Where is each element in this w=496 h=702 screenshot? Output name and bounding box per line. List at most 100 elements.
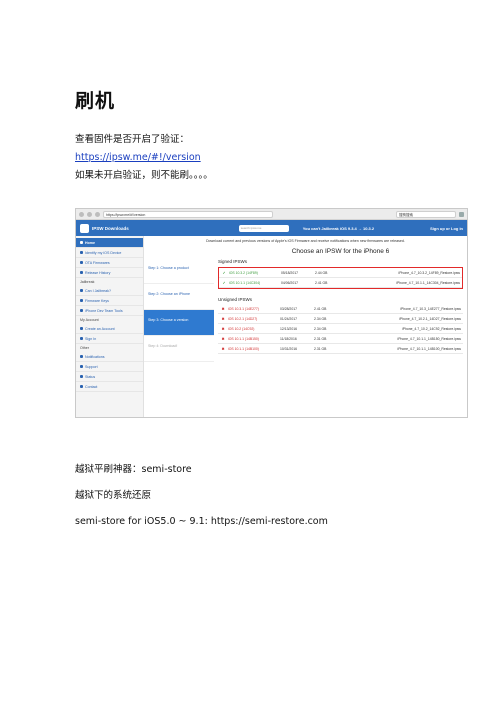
cloud-icon xyxy=(80,261,83,264)
sidebar-heading-jailbreak: Jailbreak xyxy=(80,280,95,284)
size-cell: 2.31 GB xyxy=(314,336,327,341)
site-logo-icon xyxy=(80,223,89,233)
table-row[interactable]: ✖ iOS 10.2 (14C92) 12/13/2016 2.34 GB iP… xyxy=(218,324,463,334)
table-row[interactable]: ✖ iOS 10.1.1 (14B150) 11/18/2016 2.31 GB… xyxy=(218,334,463,344)
site-header: IPSW Downloads search ipsw.me You can't … xyxy=(76,220,467,236)
table-row[interactable]: ✖ iOS 10.2.1 (14D27) 01/24/2017 2.34 GB … xyxy=(218,314,463,324)
sidebar-item-sign-in[interactable]: Sign In xyxy=(76,334,143,344)
forward-icon[interactable] xyxy=(87,211,92,217)
cross-icon: ✖ xyxy=(221,306,225,311)
site-brand[interactable]: IPSW Downloads xyxy=(92,226,129,231)
ipsw-version-link[interactable]: https://ipsw.me/#!/version xyxy=(75,152,201,164)
unlock-icon xyxy=(80,289,83,292)
table-row[interactable]: ✓ iOS 10.3.2 (14F89) 05/18/2017 2.44 GB … xyxy=(219,268,462,278)
paragraph-semi-restore-link[interactable]: semi-store for iOS5.0 ~ 9.1: https://sem… xyxy=(75,516,328,528)
version-cell: iOS 10.1.1 (14C304) xyxy=(229,280,261,285)
jailbreak-promo[interactable]: You can't Jailbreak iOS 9.3.4 → 10.3.2 xyxy=(303,226,374,231)
version-cell: iOS 10.1.1 (14B150) xyxy=(228,336,259,341)
info-banner: Download current and previous versions o… xyxy=(206,239,405,243)
version-cell: iOS 10.1.1 (14B100) xyxy=(228,346,259,351)
version-cell: iOS 10.3.1 (14E277) xyxy=(228,306,259,311)
cross-icon: ✖ xyxy=(221,316,225,321)
date-cell: 12/13/2016 xyxy=(280,326,297,331)
table-row[interactable]: ✓ iOS 10.1.1 (14C304) 04/06/2017 2.41 GB… xyxy=(219,278,462,288)
date-cell: 01/24/2017 xyxy=(280,316,297,321)
step-choose-iphone[interactable]: Step 2: Choose an iPhone xyxy=(144,284,214,310)
sidebar-heading-account: My Account xyxy=(80,318,99,322)
size-cell: 2.34 GB xyxy=(314,316,327,321)
size-cell: 2.34 GB xyxy=(314,326,327,331)
back-icon[interactable] xyxy=(79,211,84,217)
check-icon: ✓ xyxy=(222,280,226,285)
search-icon xyxy=(80,251,83,254)
filename-cell: iPhone_4.7_10.1.1_14B150_Restore.ipsw xyxy=(397,336,461,341)
sidebar-item-identify[interactable]: Identify my iOS Device xyxy=(76,248,143,258)
tools-icon xyxy=(80,309,83,312)
sidebar-item-dev-team-tools[interactable]: iPhone Dev Team Tools xyxy=(76,306,143,316)
calendar-icon xyxy=(80,271,83,274)
filename-cell: iPhone_4.7_10.2_14C92_Restore.ipsw xyxy=(401,326,461,331)
menu-icon[interactable] xyxy=(459,211,464,217)
signed-heading: Signed IPSWs xyxy=(218,259,248,264)
size-cell: 2.31 GB xyxy=(314,346,327,351)
date-cell: 10/31/2016 xyxy=(280,346,297,351)
sidebar-item-notifications[interactable]: Notifications xyxy=(76,352,143,362)
version-cell: iOS 10.2 (14C92) xyxy=(228,326,255,331)
sidebar-heading-other: Other xyxy=(80,346,89,350)
bell-icon xyxy=(80,355,83,358)
key-icon xyxy=(80,299,83,302)
version-cell: iOS 10.3.2 (14F89) xyxy=(229,270,258,275)
page-title: 刷机 xyxy=(75,90,116,112)
sidebar: Home Identify my iOS Device OTA Firmware… xyxy=(76,236,144,417)
check-icon: ✓ xyxy=(222,270,226,275)
sidebar-item-release-history[interactable]: Release History xyxy=(76,268,143,278)
sidebar-item-support[interactable]: Support xyxy=(76,362,143,372)
step-choose-product[interactable]: Step 1: Choose a product xyxy=(144,258,214,284)
cross-icon: ✖ xyxy=(221,336,225,341)
step-list: Step 1: Choose a product Step 2: Choose … xyxy=(144,258,214,362)
paragraph-no-verification: 如果未开启验证，则不能刷。。。。 xyxy=(75,170,213,181)
browser-toolbar: https://ipsw.me/#!/version 搜狗搜索 xyxy=(76,209,467,220)
home-icon xyxy=(80,241,83,244)
status-icon xyxy=(80,375,83,378)
size-cell: 2.44 GB xyxy=(315,270,328,275)
address-bar[interactable]: https://ipsw.me/#!/version xyxy=(103,210,273,218)
date-cell: 05/18/2017 xyxy=(281,270,298,275)
sidebar-item-home[interactable]: Home xyxy=(76,238,143,248)
step-choose-version[interactable]: Step 3: Choose a version xyxy=(144,310,214,336)
support-icon xyxy=(80,365,83,368)
signin-link[interactable]: Sign up or Log in xyxy=(430,226,463,231)
sidebar-item-firmware-keys[interactable]: Firmware Keys xyxy=(76,296,143,306)
signed-highlight-box: ✓ iOS 10.3.2 (14F89) 05/18/2017 2.44 GB … xyxy=(218,267,463,289)
browser-search-input[interactable]: 搜狗搜索 xyxy=(396,210,456,218)
ipsw-list: Choose an IPSW for the iPhone 6 Signed I… xyxy=(218,248,463,354)
unsigned-heading: Unsigned IPSWs xyxy=(218,297,253,302)
paragraph-semi-store: 越狱平刷神器：semi-store xyxy=(75,464,192,475)
reload-icon[interactable] xyxy=(95,211,100,217)
date-cell: 04/06/2017 xyxy=(281,280,298,285)
sidebar-item-create-account[interactable]: Create an Account xyxy=(76,324,143,334)
sidebar-item-contact[interactable]: Contact xyxy=(76,382,143,392)
paragraph-check-verification: 查看固件是否开启了验证： xyxy=(75,134,190,145)
sidebar-item-ota[interactable]: OTA Firmwares xyxy=(76,258,143,268)
main-content: Download current and previous versions o… xyxy=(144,236,467,417)
step-download: Step 4: Download! xyxy=(144,336,214,362)
cross-icon: ✖ xyxy=(221,346,225,351)
table-row[interactable]: ✖ iOS 10.1.1 (14B100) 10/31/2016 2.31 GB… xyxy=(218,344,463,354)
filename-cell: iPhone_4.7_10.3.2_14F89_Restore.ipsw xyxy=(398,270,460,275)
table-row[interactable]: ✖ iOS 10.3.1 (14E277) 03/28/2017 2.41 GB… xyxy=(218,304,463,314)
filename-cell: iPhone_4.7_10.2.1_14D27_Restore.ipsw xyxy=(399,316,461,321)
date-cell: 03/28/2017 xyxy=(280,306,297,311)
embedded-screenshot: https://ipsw.me/#!/version 搜狗搜索 IPSW Dow… xyxy=(75,208,468,418)
filename-cell: iPhone_4.7_10.1.1_14B100_Restore.ipsw xyxy=(397,346,461,351)
sign-in-icon xyxy=(80,337,83,340)
version-cell: iOS 10.2.1 (14D27) xyxy=(228,316,258,321)
paragraph-restore: 越狱下的系统还原 xyxy=(75,490,152,501)
size-cell: 2.41 GB xyxy=(315,280,328,285)
sidebar-item-status[interactable]: Status xyxy=(76,372,143,382)
filename-cell: iPhone_4.7_10.1.1_14C304_Restore.ipsw xyxy=(396,280,460,285)
sidebar-item-can-i-jailbreak[interactable]: Can I Jailbreak? xyxy=(76,286,143,296)
content-title: Choose an IPSW for the iPhone 6 xyxy=(291,248,390,255)
site-search-input[interactable]: search ipsw.me xyxy=(238,224,289,232)
filename-cell: iPhone_4.7_10.3_14E277_Restore.ipsw xyxy=(400,306,461,311)
